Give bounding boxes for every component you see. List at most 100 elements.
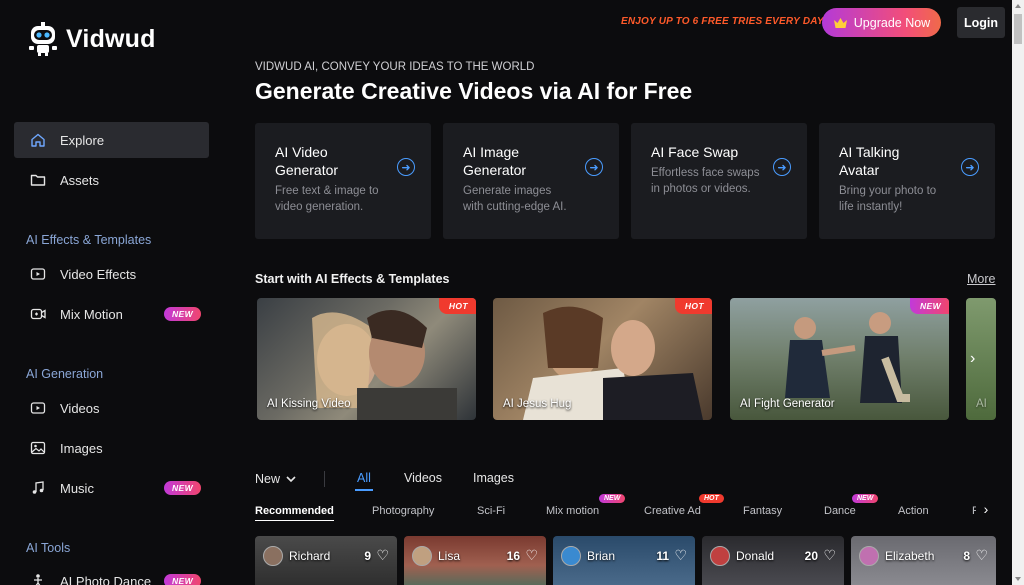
- feed-card[interactable]: Brian 11 ♡: [553, 536, 695, 585]
- sidebar-item-label: Mix Motion: [60, 306, 123, 322]
- category-label: Creative Ad: [644, 505, 701, 517]
- new-badge: NEW: [852, 494, 879, 503]
- upgrade-label: Upgrade Now: [853, 15, 931, 30]
- sort-dropdown[interactable]: New: [255, 472, 296, 486]
- category-action[interactable]: Action: [898, 505, 929, 517]
- home-icon: [30, 132, 46, 148]
- sidebar-item-label: Images: [60, 440, 103, 456]
- feed-card[interactable]: Donald 20 ♡: [702, 536, 844, 585]
- category-fantasy[interactable]: Fantasy: [743, 505, 782, 517]
- heart-icon[interactable]: ♡: [525, 547, 538, 564]
- tool-card-video-generator[interactable]: AI Video Generator Free text & image to …: [255, 123, 431, 239]
- feed-user-name: Elizabeth: [885, 549, 935, 563]
- arrow-right-icon[interactable]: ➜: [961, 158, 979, 176]
- new-badge: NEW: [909, 298, 949, 314]
- more-link[interactable]: More: [967, 272, 995, 286]
- sidebar-item-explore[interactable]: Explore: [14, 122, 209, 158]
- promo-text: ENJOY UP TO 6 FREE TRIES EVERY DAY!: [621, 16, 828, 27]
- category-mix-motion[interactable]: Mix motion NEW: [546, 494, 626, 517]
- avatar: [561, 546, 581, 566]
- new-badge: NEW: [163, 307, 201, 321]
- sidebar-item-ai-photo-dance[interactable]: AI Photo Dance NEW: [14, 563, 209, 585]
- template-label: AI: [976, 398, 987, 410]
- tool-title: AI Face Swap: [651, 144, 739, 160]
- heart-icon[interactable]: ♡: [674, 547, 687, 564]
- like-count: 16: [506, 549, 520, 563]
- dance-icon: [30, 573, 46, 585]
- tool-card-face-swap[interactable]: AI Face Swap Effortless face swaps in ph…: [631, 123, 807, 239]
- hot-badge: HOT: [674, 298, 712, 314]
- category-recommended[interactable]: Recommended: [255, 505, 334, 521]
- tool-desc: Generate images with cutting-edge AI.: [463, 185, 567, 213]
- hero-tagline: VIDWUD AI, CONVEY YOUR IDEAS TO THE WORL…: [255, 61, 535, 73]
- page-scrollbar[interactable]: [1012, 0, 1024, 585]
- scroll-up-icon[interactable]: [1015, 4, 1021, 8]
- chevron-down-icon: [286, 475, 296, 482]
- avatar: [263, 546, 283, 566]
- folder-icon: [30, 172, 46, 188]
- template-card-jesus-hug[interactable]: HOT AI Jesus Hug: [493, 298, 712, 420]
- feed-card[interactable]: Lisa 16 ♡: [404, 536, 546, 585]
- tool-desc: Free text & image to video generation.: [275, 185, 379, 213]
- divider: [324, 471, 325, 487]
- like-count: 9: [364, 549, 371, 563]
- tab-videos[interactable]: Videos: [404, 471, 442, 485]
- tab-all[interactable]: All: [355, 471, 373, 491]
- brand-logo[interactable]: Vidwud: [28, 22, 156, 56]
- image-icon: [30, 440, 46, 456]
- upgrade-button[interactable]: Upgrade Now: [822, 8, 941, 37]
- tool-desc: Effortless face swaps in photos or video…: [651, 167, 760, 195]
- tool-title: AI Image Generator: [463, 144, 527, 178]
- arrow-right-icon[interactable]: ➜: [397, 158, 415, 176]
- chevron-right-icon[interactable]: ›: [970, 350, 975, 368]
- sidebar-item-video-effects[interactable]: Video Effects: [14, 256, 209, 292]
- template-card-kissing[interactable]: HOT AI Kissing Video: [257, 298, 476, 420]
- chevron-right-icon[interactable]: ›: [976, 489, 996, 529]
- template-card-fight[interactable]: NEW AI Fight Generator: [730, 298, 949, 420]
- tool-card-talking-avatar[interactable]: AI Talking Avatar Bring your photo to li…: [819, 123, 995, 239]
- feed-card[interactable]: Elizabeth 8 ♡: [851, 536, 996, 585]
- arrow-right-icon[interactable]: ➜: [773, 158, 791, 176]
- tool-title: AI Video Generator: [275, 144, 339, 178]
- sidebar-item-music[interactable]: Music NEW: [14, 470, 209, 506]
- sort-label: New: [255, 472, 281, 486]
- avatar: [710, 546, 730, 566]
- scroll-down-icon[interactable]: [1015, 577, 1021, 581]
- category-sci-fi[interactable]: Sci-Fi: [477, 505, 505, 517]
- heart-icon[interactable]: ♡: [823, 547, 836, 564]
- music-icon: [30, 480, 46, 496]
- sidebar-item-label: Explore: [60, 132, 105, 148]
- robot-logo-icon: [29, 22, 57, 56]
- category-creative-ad[interactable]: Creative Ad HOT: [644, 494, 724, 517]
- scrollbar-thumb[interactable]: [1014, 14, 1022, 44]
- heart-icon[interactable]: ♡: [376, 547, 389, 564]
- template-label: AI Fight Generator: [740, 398, 835, 410]
- sidebar-item-images[interactable]: Images: [14, 430, 209, 466]
- sidebar-item-label: Video Effects: [60, 266, 137, 282]
- sidebar-item-label: Assets: [60, 172, 100, 188]
- mix-motion-icon: [30, 306, 46, 322]
- crown-icon: [833, 17, 847, 28]
- sidebar-item-mix-motion[interactable]: Mix Motion NEW: [14, 296, 209, 332]
- feed-user-name: Lisa: [438, 549, 461, 563]
- like-count: 20: [804, 549, 818, 563]
- tool-card-image-generator[interactable]: AI Image Generator Generate images with …: [443, 123, 619, 239]
- video-effects-icon: [30, 266, 46, 282]
- sidebar-item-label: AI Photo Dance: [60, 573, 152, 585]
- tab-images[interactable]: Images: [473, 471, 514, 485]
- sidebar-item-label: Videos: [60, 400, 100, 416]
- template-label: AI Kissing Video: [267, 398, 351, 410]
- like-count: 8: [963, 549, 970, 563]
- new-badge: NEW: [163, 481, 201, 495]
- heart-icon[interactable]: ♡: [975, 547, 988, 564]
- sidebar-item-videos[interactable]: Videos: [14, 390, 209, 426]
- category-photography[interactable]: Photography: [372, 505, 434, 517]
- video-icon: [30, 400, 46, 416]
- category-dance[interactable]: Dance NEW: [824, 494, 879, 517]
- sidebar-item-assets[interactable]: Assets: [14, 162, 209, 198]
- feed-card[interactable]: Richard 9 ♡: [255, 536, 397, 585]
- tool-title: AI Talking Avatar: [839, 144, 900, 178]
- arrow-right-icon[interactable]: ➜: [585, 158, 603, 176]
- login-button[interactable]: Login: [957, 7, 1005, 38]
- brand-name: Vidwud: [66, 24, 156, 53]
